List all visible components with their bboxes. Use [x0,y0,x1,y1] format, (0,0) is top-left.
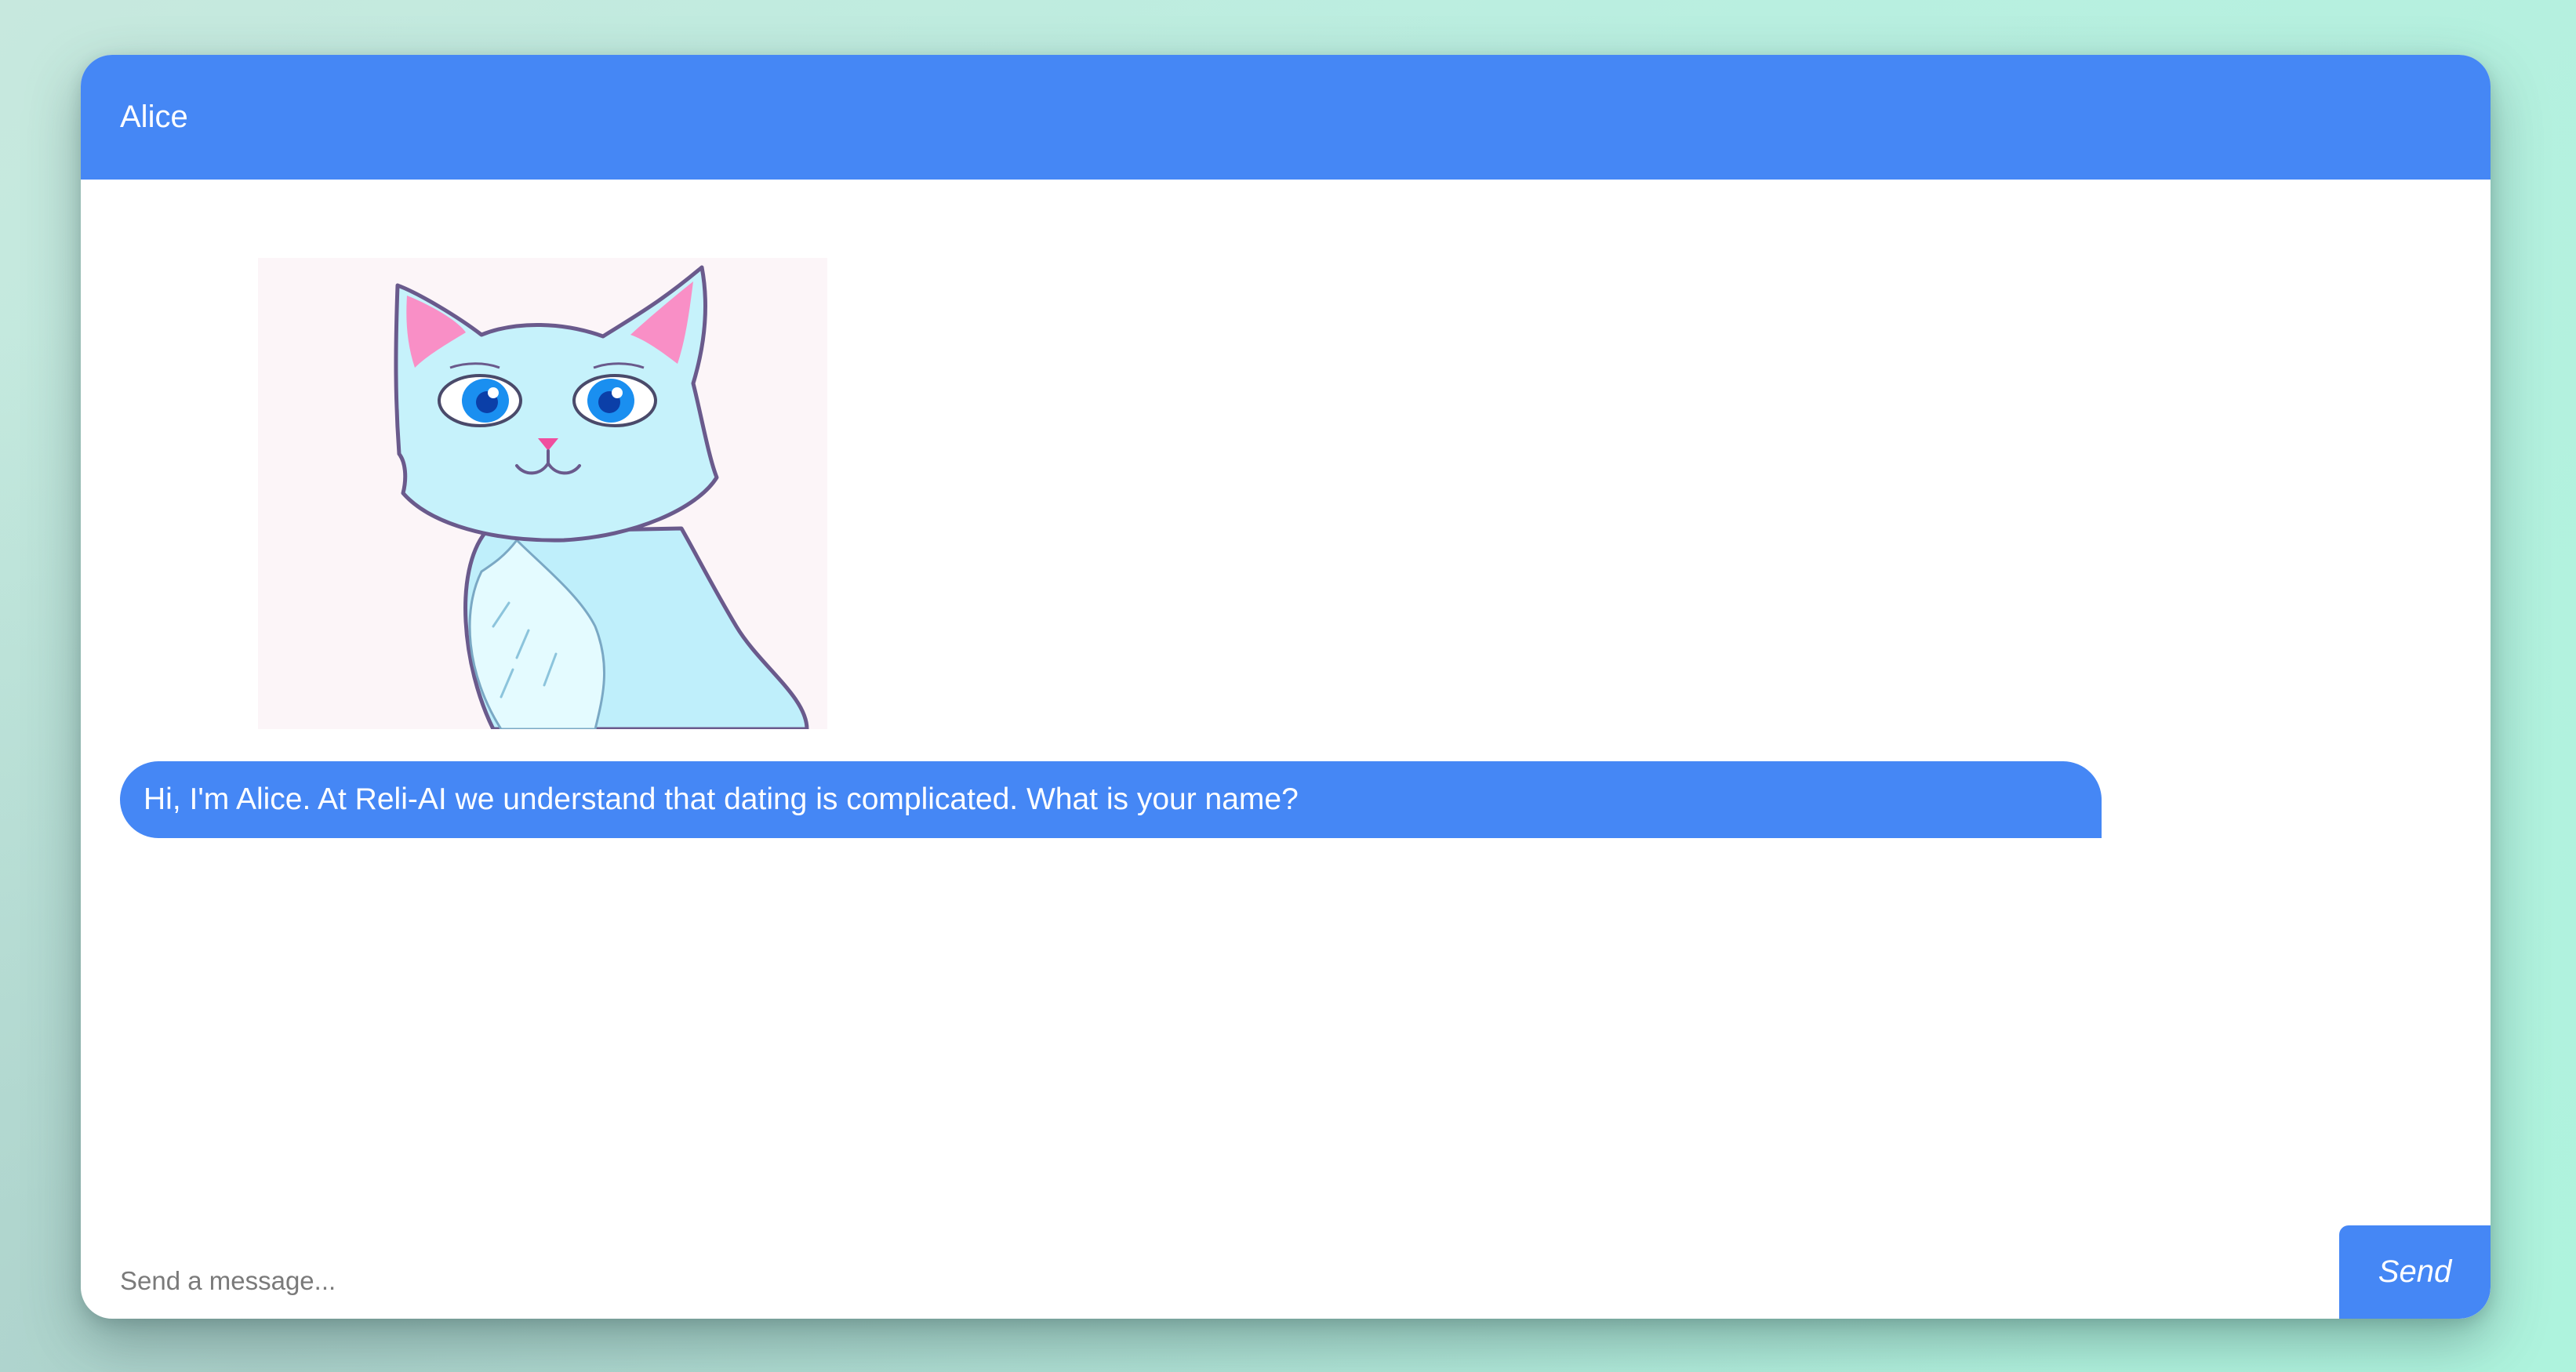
chat-header: Alice [81,55,2491,180]
message-composer: Send [81,1225,2491,1319]
chat-window: Alice Hi, I'm Alice. At Reli-AI we under… [81,55,2491,1319]
message-input[interactable] [120,1257,2394,1305]
chat-message-bubble: Hi, I'm Alice. At Reli-AI we understand … [120,761,2102,838]
chat-title: Alice [120,100,188,134]
cat-avatar-icon [258,258,827,729]
send-button[interactable]: Send [2339,1225,2491,1319]
